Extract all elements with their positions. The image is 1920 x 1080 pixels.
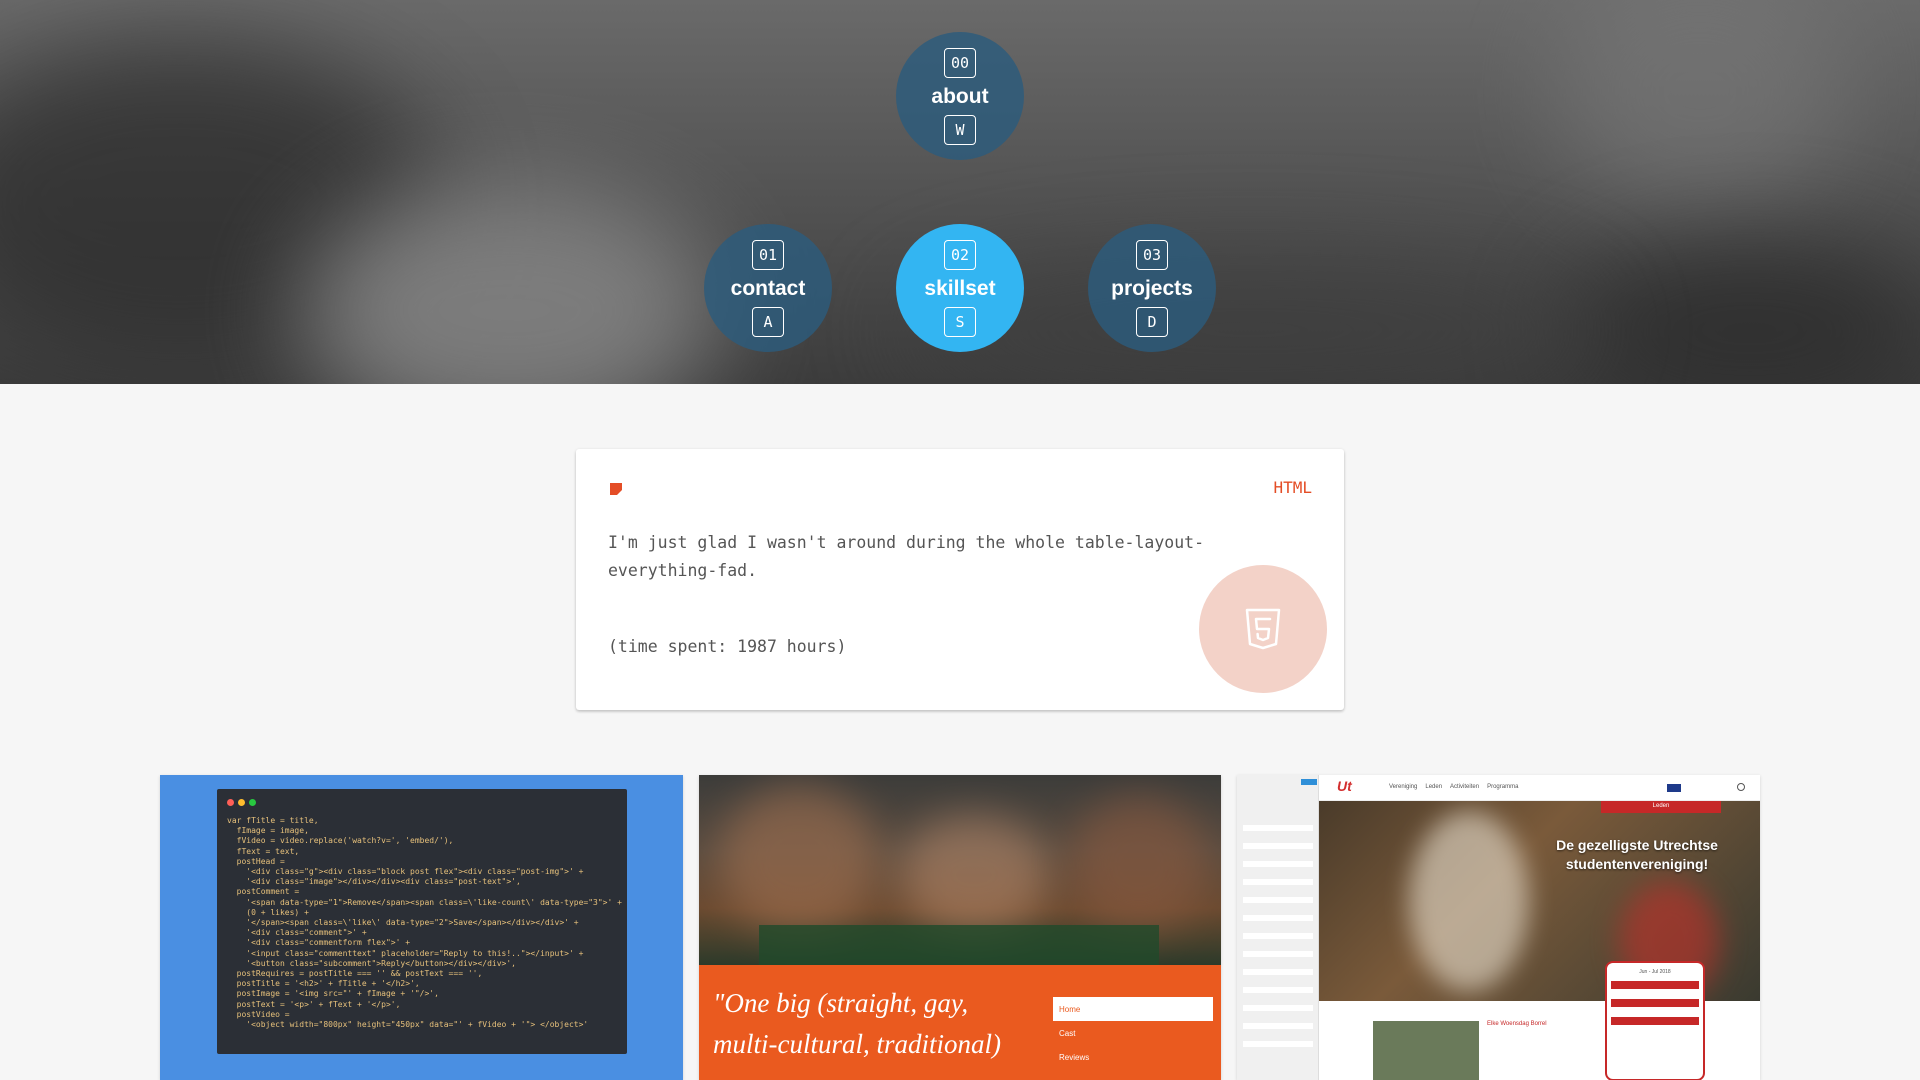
- nav-about-key: W: [944, 114, 976, 145]
- window-controls: [227, 799, 617, 806]
- nav-contact-key: A: [752, 306, 784, 337]
- code-line: (0 + likes) +: [227, 907, 309, 917]
- site-content: Elke Woensdag Borrel Jun - Jul 2018: [1319, 961, 1760, 1080]
- nav-contact-label: contact: [730, 276, 806, 300]
- nav-about-number: 00: [944, 47, 976, 78]
- code-line: '<span data-type="1">Remove</span><span …: [227, 897, 622, 907]
- code-line: postVideo =: [227, 1009, 290, 1019]
- site-nav-links: Vereniging Leden Activiteiten Programma: [1389, 784, 1518, 790]
- site-logo: Ut: [1337, 778, 1352, 794]
- code-line: fText = text,: [227, 846, 300, 856]
- site-nav-link[interactable]: Vereniging: [1389, 784, 1417, 790]
- background-blur: [1550, 0, 1850, 220]
- project-tile-student-site[interactable]: Ut Vereniging Leden Activiteiten Program…: [1237, 775, 1760, 1080]
- code-line: postText = '<p>' + fText + '</p>',: [227, 999, 401, 1009]
- cast-photo: [699, 775, 1221, 965]
- code-line: var fTitle = title,: [227, 816, 319, 825]
- search-icon[interactable]: [1737, 783, 1745, 791]
- event-photo: [1373, 1021, 1479, 1080]
- project-tile-code[interactable]: var fTitle = title, fImage = image, fVid…: [160, 775, 683, 1080]
- nav-projects-number: 03: [1136, 239, 1168, 270]
- table-shape: [759, 925, 1159, 965]
- calendar-widget: Jun - Jul 2018: [1605, 961, 1705, 1080]
- code-line: '<button class="subcomment">Reply</butto…: [227, 958, 516, 968]
- photo-shape: [899, 815, 1049, 935]
- html5-icon: [1245, 608, 1281, 650]
- code-line: postImage = '<img src="' + fImage + '"/>…: [227, 989, 439, 999]
- calendar-title: Jun - Jul 2018: [1639, 969, 1671, 975]
- quote-band: "One big (straight, gay, multi-cultural,…: [699, 965, 1221, 1080]
- mini-menu: Home Cast Reviews: [1053, 997, 1213, 1069]
- quote-text: "One big (straight, gay, multi-cultural,…: [713, 988, 1001, 1059]
- site-nav-link[interactable]: Leden: [1425, 784, 1442, 790]
- event-heading: Elke Woensdag Borrel: [1487, 1021, 1547, 1027]
- html-tag-icon: [610, 483, 622, 495]
- minimize-dot-icon: [238, 799, 245, 806]
- uk-flag-icon[interactable]: [1667, 784, 1681, 792]
- editor-fields: [1243, 825, 1313, 1055]
- mini-menu-item[interactable]: Home: [1053, 997, 1213, 1021]
- publish-button: [1301, 779, 1317, 785]
- nav-skillset-label: skillset: [924, 276, 996, 300]
- calendar-event[interactable]: [1611, 981, 1699, 989]
- site-nav-link[interactable]: Activiteiten: [1450, 784, 1479, 790]
- editor-sidebar: [1237, 775, 1319, 1080]
- skill-time-spent: (time spent: 1987 hours): [608, 637, 847, 656]
- close-dot-icon: [227, 799, 234, 806]
- calendar-event[interactable]: [1611, 1017, 1699, 1025]
- project-tile-modern-family[interactable]: "One big (straight, gay, multi-cultural,…: [699, 775, 1221, 1080]
- code-line: postRequires = postTitle === '' && postT…: [227, 969, 483, 979]
- leden-button[interactable]: Leden: [1601, 801, 1721, 813]
- code-block: var fTitle = title, fImage = image, fVid…: [227, 816, 622, 1030]
- nav-projects-label: projects: [1111, 276, 1193, 300]
- nav-contact-number: 01: [752, 239, 784, 270]
- code-line: '<input class="commenttext" placeholder=…: [227, 948, 584, 958]
- site-navbar: Ut Vereniging Leden Activiteiten Program…: [1319, 775, 1760, 801]
- site-nav-link[interactable]: Programma: [1487, 784, 1518, 790]
- photo-shape: [719, 785, 879, 935]
- code-line: postComment =: [227, 887, 300, 897]
- site-headline: De gezelligste Utrechtse studentenvereni…: [1556, 837, 1718, 872]
- mini-menu-item[interactable]: Cast: [1053, 1021, 1213, 1045]
- hero-header: 00 about W 01 contact A 02 skillset S 03…: [0, 0, 1920, 384]
- html5-badge: [1199, 565, 1327, 693]
- code-line: postTitle = '<h2>' + fTitle + '</h2>',: [227, 979, 420, 989]
- maximize-dot-icon: [249, 799, 256, 806]
- nav-projects-key: D: [1136, 306, 1168, 337]
- calendar-event[interactable]: [1611, 999, 1699, 1007]
- nav-projects[interactable]: 03 projects D: [1088, 224, 1216, 352]
- code-line: '<div class="image"></div></div><div cla…: [227, 877, 521, 887]
- code-line: '<div class="comment">' +: [227, 928, 367, 938]
- code-line: postHead =: [227, 856, 285, 866]
- background-blur: [1560, 240, 1920, 384]
- code-line: '<div class="commentform flex">' +: [227, 938, 411, 948]
- nav-about-label: about: [931, 84, 989, 108]
- nav-about[interactable]: 00 about W: [896, 32, 1024, 160]
- code-line: '<object width="800px" height="450px" da…: [227, 1020, 589, 1030]
- code-window: var fTitle = title, fImage = image, fVid…: [217, 789, 627, 1054]
- mini-menu-item[interactable]: Reviews: [1053, 1045, 1213, 1069]
- skill-card: HTML I'm just glad I wasn't around durin…: [576, 449, 1344, 710]
- nav-skillset[interactable]: 02 skillset S: [896, 224, 1024, 352]
- skill-description: I'm just glad I wasn't around during the…: [608, 533, 1205, 580]
- code-line: fImage = image,: [227, 826, 309, 836]
- photo-shape: [1409, 811, 1529, 991]
- nav-skillset-number: 02: [944, 239, 976, 270]
- skill-language: HTML: [1273, 478, 1312, 497]
- code-line: fVideo = video.replace('watch?v=', 'embe…: [227, 836, 454, 846]
- nav-skillset-key: S: [944, 306, 976, 337]
- code-line: '<div class="g"><div class="block post f…: [227, 867, 584, 877]
- photo-shape: [1069, 795, 1209, 935]
- nav-contact[interactable]: 01 contact A: [704, 224, 832, 352]
- code-line: '</span><span class=\'like\' data-type="…: [227, 918, 579, 928]
